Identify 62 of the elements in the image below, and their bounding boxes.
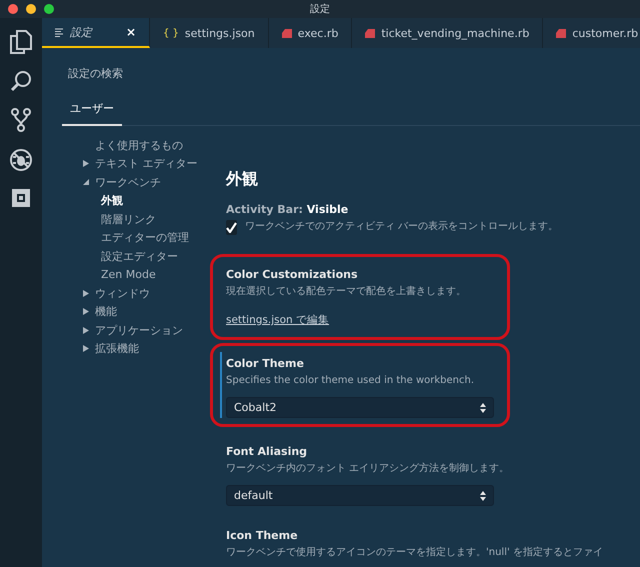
tab-label: ticket_vending_machine.rb: [381, 26, 530, 40]
editor-tab[interactable]: ticket_vending_machine.rb: [352, 18, 544, 48]
toc-item[interactable]: 階層リンク: [101, 212, 156, 227]
editor-tab[interactable]: { } settings.json: [150, 18, 269, 48]
toc-item[interactable]: ウィンドウ: [95, 286, 150, 301]
editor-tab[interactable]: customer.rb: [543, 18, 640, 48]
toc-item[interactable]: テキスト エディター: [95, 156, 198, 172]
ruby-file-icon: [556, 28, 566, 38]
tab-label: 設定: [70, 24, 94, 40]
dropdown[interactable]: Cobalt2: [226, 397, 494, 418]
toc-item[interactable]: 設定エディター: [101, 248, 178, 264]
checkbox[interactable]: [226, 220, 237, 234]
scope-tab[interactable]: ユーザー: [62, 96, 122, 126]
editor-tab[interactable]: exec.rb: [268, 18, 352, 48]
tab-label: customer.rb: [572, 26, 638, 40]
section-heading: 外観: [226, 169, 258, 190]
debug-icon[interactable]: [9, 148, 33, 172]
collapsed-arrow-icon[interactable]: [83, 326, 89, 334]
toc-item[interactable]: 外観: [101, 193, 123, 208]
setting-title: Color Theme: [226, 357, 304, 370]
setting-description: 現在選択している配色テーマで配色を上書きします。: [226, 284, 466, 299]
toc-item[interactable]: 拡張機能: [95, 341, 139, 356]
files-icon[interactable]: [10, 30, 32, 54]
minimize-window-button[interactable]: [26, 4, 36, 14]
setting-description: ワークベンチでのアクティビティ バーの表示をコントロールします。: [245, 220, 558, 234]
collapsed-arrow-icon[interactable]: [83, 290, 89, 297]
toc-item[interactable]: よく使用するもの: [95, 138, 183, 153]
toc-item[interactable]: エディターの管理: [101, 230, 189, 246]
editor-tab[interactable]: 設定 ×: [42, 18, 150, 48]
close-window-button[interactable]: [8, 4, 18, 14]
tab-label: settings.json: [184, 26, 255, 40]
search-icon[interactable]: [10, 70, 32, 92]
source-control-icon[interactable]: [11, 108, 31, 132]
updown-arrow-icon: [480, 490, 486, 500]
toc-item[interactable]: アプリケーション: [95, 322, 183, 338]
setting-title: Font Aliasing: [226, 445, 308, 458]
setting-description: Specifies the color theme used in the workbench.: [226, 374, 474, 388]
ruby-file-icon: [365, 28, 376, 38]
edit-link[interactable]: settings.json で編集: [226, 313, 330, 327]
ruby-file-icon: [282, 28, 292, 38]
setting-description: ワークベンチ内のフォント エイリアシング方法を制御します。: [226, 462, 510, 476]
setting-title: Color Customizations: [226, 268, 358, 281]
settings-file-icon: [55, 28, 64, 36]
toc-item[interactable]: ワークベンチ: [95, 174, 161, 190]
zoom-window-button[interactable]: [44, 4, 54, 14]
dropdown[interactable]: default: [226, 485, 494, 506]
collapsed-arrow-icon[interactable]: [83, 308, 89, 316]
json-file-icon: { }: [163, 28, 179, 38]
setting-description: ワークベンチで使用するアイコンのテーマを指定します。'null' を指定するとファイ: [226, 546, 603, 560]
expanded-arrow-icon[interactable]: [83, 179, 89, 186]
tab-label: exec.rb: [298, 26, 338, 40]
collapsed-arrow-icon[interactable]: [83, 160, 89, 168]
updown-arrow-icon: [480, 402, 486, 412]
extensions-icon[interactable]: [11, 188, 31, 208]
window-title: 設定: [310, 4, 330, 15]
search-field[interactable]: 設定の検索: [62, 62, 474, 84]
setting-title: Activity Bar: Visible: [226, 203, 348, 216]
toc-item[interactable]: Zen Mode: [101, 268, 156, 282]
toc-item[interactable]: 機能: [95, 304, 117, 320]
collapsed-arrow-icon[interactable]: [83, 345, 89, 352]
setting-title: Icon Theme: [226, 529, 298, 542]
close-icon[interactable]: ×: [126, 25, 136, 39]
